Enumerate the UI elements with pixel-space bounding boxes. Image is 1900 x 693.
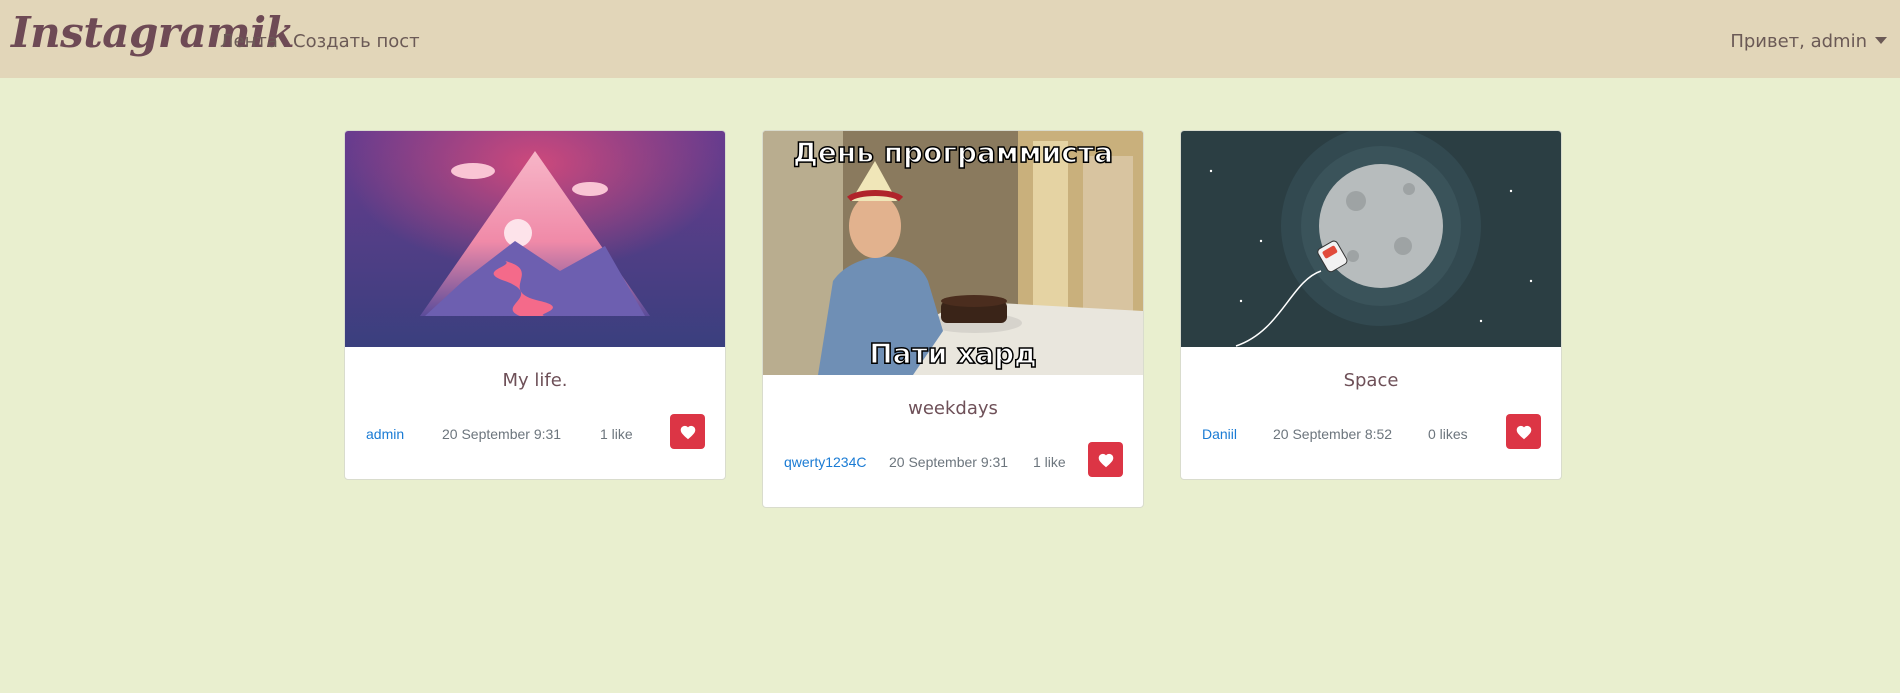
post-title: Space bbox=[1343, 370, 1399, 391]
meme-top-text: День программиста bbox=[793, 136, 1113, 169]
post-meta: qwerty1234C 20 September 9:31 1 like bbox=[763, 442, 1143, 482]
post-card: День программиста Пати хард weekdays qwe… bbox=[762, 130, 1144, 508]
post-title: weekdays bbox=[908, 398, 998, 419]
user-greeting: Привет, admin bbox=[1730, 31, 1867, 52]
post-image-space[interactable] bbox=[1181, 131, 1561, 347]
navbar: Instagramik Лента Создать пост Привет, a… bbox=[0, 0, 1900, 78]
post-likes-count: 1 like bbox=[1033, 454, 1066, 470]
post-likes-count: 1 like bbox=[600, 426, 633, 442]
post-meta: Daniil 20 September 8:52 0 likes bbox=[1181, 414, 1561, 454]
heart-icon bbox=[1098, 453, 1113, 467]
post-date: 20 September 9:31 bbox=[442, 426, 562, 442]
post-meta: admin 20 September 9:31 1 like bbox=[345, 414, 725, 454]
post-author-link[interactable]: qwerty1234C bbox=[784, 454, 867, 470]
post-image-meme[interactable]: День программиста Пати хард bbox=[763, 131, 1143, 375]
nav-link-create-post[interactable]: Создать пост bbox=[293, 31, 420, 52]
user-menu-dropdown[interactable]: Привет, admin bbox=[1730, 31, 1887, 52]
nav-link-feed[interactable]: Лента bbox=[220, 31, 278, 52]
post-image-mountain[interactable] bbox=[345, 131, 725, 347]
like-button[interactable] bbox=[1506, 414, 1541, 449]
like-button[interactable] bbox=[1088, 442, 1123, 477]
post-card: My life. admin 20 September 9:31 1 like bbox=[344, 130, 726, 480]
post-likes-count: 0 likes bbox=[1428, 426, 1468, 442]
post-author-link[interactable]: Daniil bbox=[1202, 426, 1237, 442]
meme-bottom-text: Пати хард bbox=[869, 337, 1037, 370]
heart-icon bbox=[680, 425, 695, 439]
chevron-down-icon bbox=[1875, 37, 1887, 44]
post-card: Space Daniil 20 September 8:52 0 likes bbox=[1180, 130, 1562, 480]
post-author-link[interactable]: admin bbox=[366, 426, 404, 442]
post-title: My life. bbox=[502, 370, 568, 391]
post-date: 20 September 8:52 bbox=[1273, 426, 1393, 442]
like-button[interactable] bbox=[670, 414, 705, 449]
post-date: 20 September 9:31 bbox=[889, 454, 1009, 470]
heart-icon bbox=[1516, 425, 1531, 439]
